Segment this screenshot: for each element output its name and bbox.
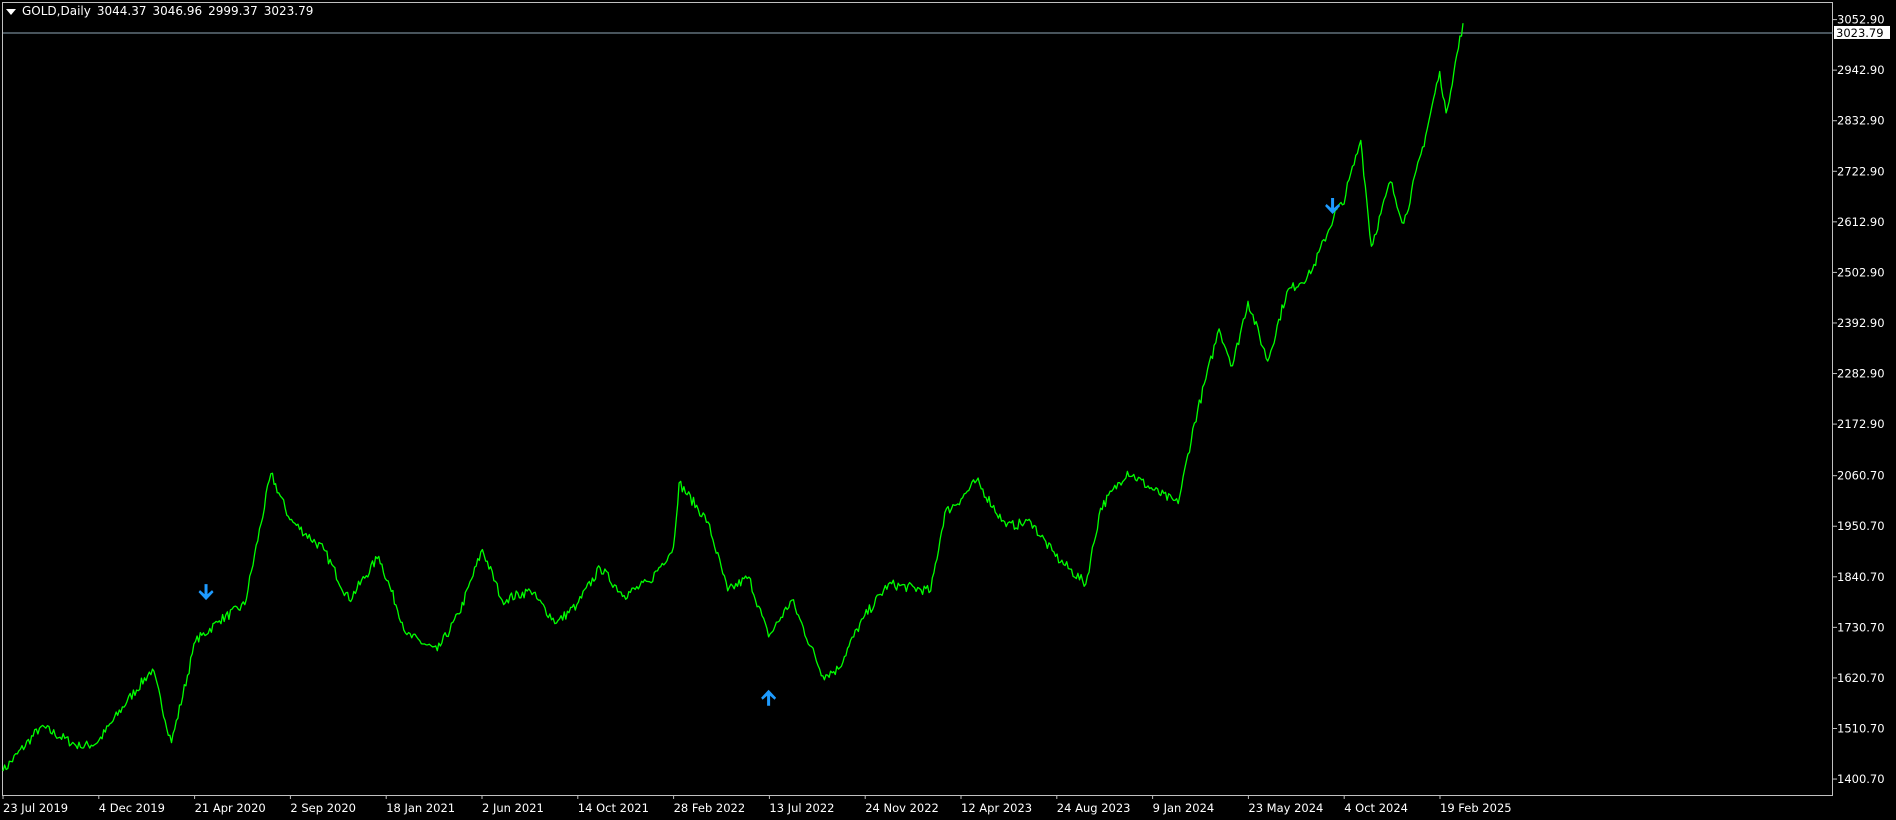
price-axis-label: 1730.70 [1837,620,1885,634]
price-chart[interactable]: 3052.90 2942.90 2832.90 2722.90 2612.90 2502.… [0,0,1896,820]
time-axis-label: 24 Aug 2023 [1057,801,1131,815]
price-series-line [2,23,1464,772]
price-axis-label: 1400.70 [1837,772,1885,786]
time-axis-label: 4 Dec 2019 [99,801,165,815]
chart-window[interactable]: 3052.90 2942.90 2832.90 2722.90 2612.90 2502.… [0,0,1896,820]
plot-area-border [2,2,1833,796]
current-price-tag: 3023.79 [1834,26,1890,40]
price-axis-label: 2722.90 [1837,164,1885,178]
time-axis-label: 23 Jul 2019 [3,801,68,815]
price-axis-label: 2060.70 [1837,469,1885,483]
price-axis: 3052.90 2942.90 2832.90 2722.90 2612.90 2502.… [1833,13,1885,786]
price-axis-label: 1950.70 [1837,519,1885,533]
price-axis-label: 3052.90 [1837,13,1885,27]
time-axis-label: 2 Sep 2020 [290,801,356,815]
open-price: 3044.37 [96,4,147,18]
triangle-down-icon[interactable] [6,8,16,15]
time-axis-label: 24 Nov 2022 [865,801,939,815]
time-axis-label: 4 Oct 2024 [1344,801,1408,815]
time-axis-label: 13 Jul 2022 [769,801,834,815]
time-axis-label: 18 Jan 2021 [386,801,455,815]
time-axis-label: 23 May 2024 [1248,801,1323,815]
time-axis-label: 9 Jan 2024 [1153,801,1215,815]
time-axis-label: 19 Feb 2025 [1440,801,1512,815]
price-axis-label: 1620.70 [1837,671,1885,685]
chart-header: GOLD,Daily 3044.37 3046.96 2999.37 3023.79 [6,4,319,18]
arrow-down-icon[interactable] [198,584,214,601]
symbol-timeframe: GOLD,Daily [22,4,91,18]
arrow-down-icon[interactable] [1325,197,1341,214]
time-axis-label: 2 Jun 2021 [482,801,544,815]
price-axis-label: 1840.70 [1837,570,1885,584]
time-axis-label: 28 Feb 2022 [674,801,746,815]
time-axis-label: 21 Apr 2020 [195,801,266,815]
price-axis-label: 2942.90 [1837,63,1885,77]
high-price: 3046.96 [152,4,203,18]
price-axis-label: 2832.90 [1837,114,1885,128]
price-axis-label: 1510.70 [1837,721,1885,735]
price-axis-label: 2392.90 [1837,316,1885,330]
close-price: 3023.79 [263,4,314,18]
low-price: 2999.37 [208,4,258,18]
arrow-up-icon[interactable] [761,689,777,706]
price-axis-label: 2612.90 [1837,215,1885,229]
current-price-label: 3023.79 [1836,26,1884,40]
price-axis-label: 2172.90 [1837,417,1885,431]
price-axis-label: 2282.90 [1837,367,1885,381]
price-axis-label: 2502.90 [1837,265,1885,279]
time-axis-label: 12 Apr 2023 [961,801,1032,815]
time-axis-label: 14 Oct 2021 [578,801,649,815]
signal-arrows [198,197,1341,706]
time-axis: 23 Jul 2019 4 Dec 2019 21 Apr 2020 2 Sep 20… [2,795,1512,815]
